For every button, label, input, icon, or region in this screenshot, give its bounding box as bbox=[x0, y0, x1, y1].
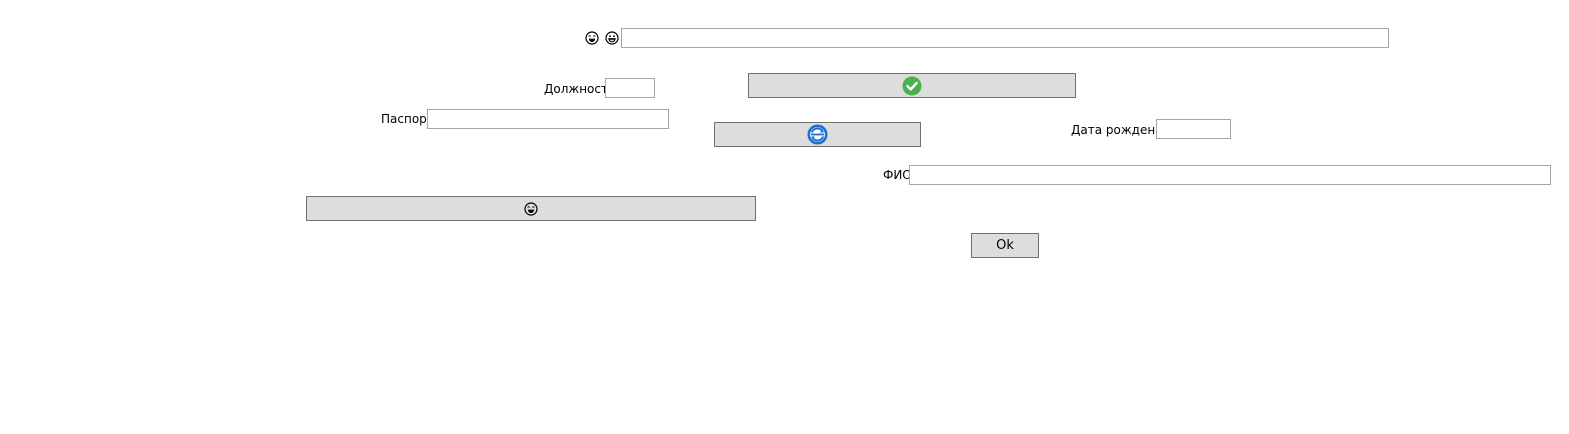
refresh-circle-icon bbox=[807, 124, 828, 145]
laughing-face-icon bbox=[524, 201, 538, 216]
birth-date-input[interactable] bbox=[1156, 119, 1231, 139]
top-text-input[interactable] bbox=[621, 28, 1389, 48]
laughing-face-icon bbox=[585, 31, 599, 45]
ok-button-label: Ok bbox=[996, 238, 1014, 253]
position-input[interactable] bbox=[605, 78, 655, 98]
passport-label: Паспорт bbox=[381, 112, 434, 126]
grinning-face-icon bbox=[605, 31, 619, 45]
check-circle-icon bbox=[902, 76, 922, 96]
confirm-button[interactable] bbox=[748, 73, 1076, 98]
refresh-button[interactable] bbox=[714, 122, 921, 147]
full-name-input[interactable] bbox=[909, 165, 1551, 185]
ok-button[interactable]: Ok bbox=[971, 233, 1039, 258]
passport-input[interactable] bbox=[427, 109, 669, 129]
full-name-label: ФИО bbox=[883, 168, 912, 182]
emoji-button[interactable] bbox=[306, 196, 756, 221]
